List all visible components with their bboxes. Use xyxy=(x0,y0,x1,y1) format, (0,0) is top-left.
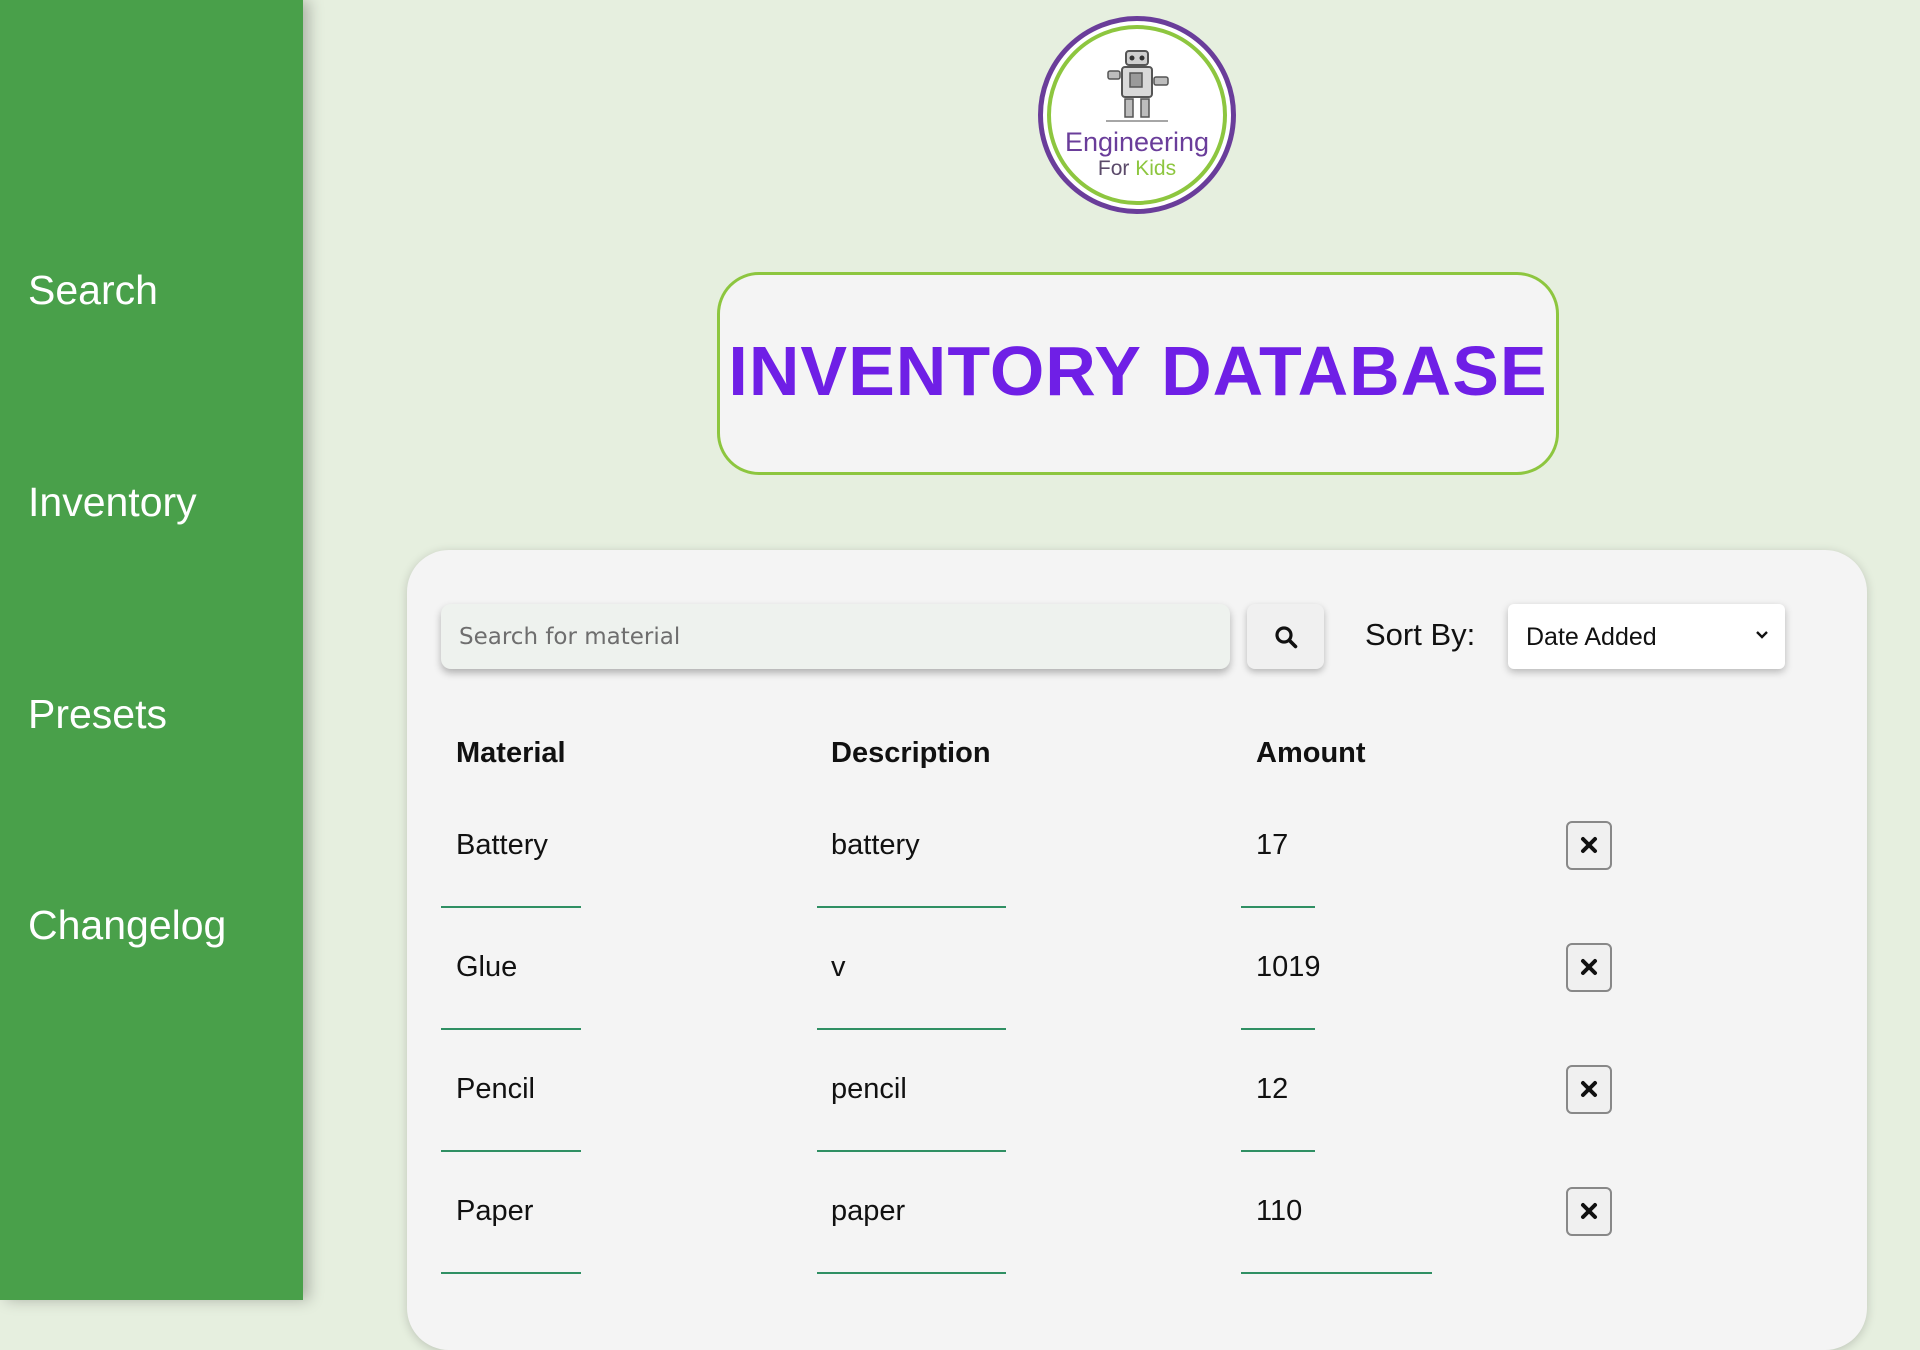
logo-text-for: For xyxy=(1097,157,1130,180)
sort-selected-value: Date Added xyxy=(1526,623,1657,651)
underline xyxy=(441,906,581,908)
close-icon xyxy=(1581,1081,1597,1097)
cell-material: Battery xyxy=(456,829,548,861)
sidebar-item-inventory[interactable]: Inventory xyxy=(28,478,197,526)
underline xyxy=(1241,1150,1315,1152)
robot-icon xyxy=(1106,50,1169,122)
cell-description: pencil xyxy=(831,1073,907,1105)
underline xyxy=(441,1150,581,1152)
underline xyxy=(817,906,1006,908)
delete-button[interactable] xyxy=(1566,1187,1612,1236)
cell-description: battery xyxy=(831,829,920,861)
logo: Engineering For Kids xyxy=(1038,16,1236,214)
chevron-down-icon xyxy=(1756,631,1768,639)
cell-amount: 1019 xyxy=(1256,951,1321,983)
underline xyxy=(1241,1028,1315,1030)
delete-button[interactable] xyxy=(1566,821,1612,870)
cell-description: v xyxy=(831,951,846,983)
underline xyxy=(817,1272,1006,1274)
cell-amount: 12 xyxy=(1256,1073,1289,1105)
cell-description: paper xyxy=(831,1195,906,1227)
underline xyxy=(817,1028,1006,1030)
underline xyxy=(441,1028,581,1030)
underline xyxy=(1241,906,1315,908)
search-icon xyxy=(1275,626,1298,649)
logo-text-kids: Kids xyxy=(1135,157,1177,180)
sidebar-item-search[interactable]: Search xyxy=(28,266,158,314)
search-button[interactable] xyxy=(1247,604,1324,669)
title-box: INVENTORY DATABASE xyxy=(717,272,1559,475)
underline xyxy=(441,1272,581,1274)
search-input[interactable] xyxy=(441,604,1230,669)
sidebar-item-presets[interactable]: Presets xyxy=(28,690,167,738)
sidebar-item-changelog[interactable]: Changelog xyxy=(28,901,226,949)
cell-amount: 110 xyxy=(1256,1195,1303,1227)
close-icon xyxy=(1581,837,1597,853)
column-header-material: Material xyxy=(456,737,566,769)
cell-amount: 17 xyxy=(1256,829,1289,861)
underline xyxy=(1241,1272,1432,1274)
underline xyxy=(817,1150,1006,1152)
close-icon xyxy=(1581,959,1597,975)
inventory-panel: Sort By: Date Added Material Description… xyxy=(407,550,1867,1350)
column-header-description: Description xyxy=(831,737,991,769)
delete-button[interactable] xyxy=(1566,943,1612,992)
logo-text-engineering: Engineering xyxy=(1064,127,1210,157)
page-title: INVENTORY DATABASE xyxy=(728,332,1548,410)
cell-material: Paper xyxy=(456,1195,534,1227)
logo-text-for-kids: For Kids xyxy=(1043,157,1231,181)
cell-material: Glue xyxy=(456,951,518,983)
cell-material: Pencil xyxy=(456,1073,535,1105)
close-icon xyxy=(1581,1203,1597,1219)
delete-button[interactable] xyxy=(1566,1065,1612,1114)
sort-select[interactable]: Date Added xyxy=(1508,604,1785,669)
sidebar: Search Inventory Presets Changelog xyxy=(0,0,303,1300)
sort-label: Sort By: xyxy=(1365,617,1476,652)
column-header-amount: Amount xyxy=(1256,737,1366,769)
